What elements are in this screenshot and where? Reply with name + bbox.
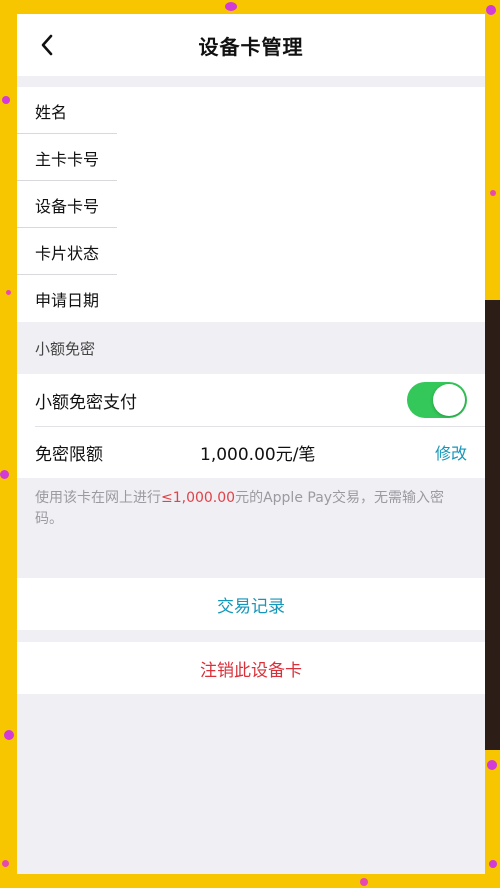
transaction-history-button[interactable]: 交易记录 bbox=[17, 578, 485, 630]
decor-dot bbox=[225, 2, 237, 11]
edit-limit-link[interactable]: 修改 bbox=[435, 440, 467, 464]
password-free-toggle[interactable] bbox=[407, 382, 467, 418]
decor-dot bbox=[487, 760, 497, 770]
note-prefix: 使用该卡在网上进行 bbox=[35, 490, 161, 506]
decor-dot bbox=[360, 878, 368, 886]
info-row-main-card: 主卡卡号 bbox=[17, 134, 485, 181]
background-photo-strip bbox=[484, 300, 500, 750]
limit-value: 1,000.00元/笔 bbox=[200, 444, 316, 465]
toggle-label: 小额免密支付 bbox=[35, 392, 137, 413]
info-row-name: 姓名 bbox=[17, 87, 485, 134]
decor-dot bbox=[2, 96, 10, 104]
small-payment-settings: 小额免密支付 免密限额 1,000.00元/笔 修改 bbox=[17, 374, 485, 478]
navigation-bar: 设备卡管理 bbox=[17, 14, 485, 76]
section-header-small-payment: 小额免密 bbox=[17, 322, 485, 374]
device-card-screen: 设备卡管理 姓名 主卡卡号 设备卡号 卡片状态 申请日期 小额免密 小额免密支付… bbox=[17, 14, 485, 874]
section-gap bbox=[17, 76, 485, 87]
decor-dot bbox=[0, 470, 9, 479]
toggle-knob bbox=[433, 384, 465, 416]
cancel-device-card-button[interactable]: 注销此设备卡 bbox=[17, 642, 485, 694]
limit-description: 使用该卡在网上进行≤1,000.00元的Apple Pay交易，无需输入密码。 bbox=[17, 478, 485, 558]
info-row-card-status: 卡片状态 bbox=[17, 228, 485, 275]
info-label: 申请日期 bbox=[35, 290, 100, 310]
info-row-apply-date: 申请日期 bbox=[17, 275, 485, 322]
limit-label: 免密限额 bbox=[35, 444, 103, 465]
decor-dot bbox=[486, 5, 496, 15]
info-label: 姓名 bbox=[35, 102, 68, 122]
password-free-toggle-row: 小额免密支付 bbox=[17, 374, 485, 426]
decor-dot bbox=[2, 860, 9, 867]
info-row-device-card: 设备卡号 bbox=[17, 181, 485, 228]
decor-dot bbox=[4, 730, 14, 740]
chevron-left-icon bbox=[41, 34, 53, 56]
back-button[interactable] bbox=[33, 31, 61, 59]
decor-dot bbox=[6, 290, 11, 295]
info-label: 卡片状态 bbox=[35, 243, 100, 263]
decor-dot bbox=[489, 860, 497, 868]
info-label: 主卡卡号 bbox=[35, 149, 100, 169]
note-amount: ≤1,000.00 bbox=[161, 490, 236, 506]
page-title: 设备卡管理 bbox=[198, 34, 304, 59]
card-info-list: 姓名 主卡卡号 设备卡号 卡片状态 申请日期 bbox=[17, 87, 485, 322]
info-label: 设备卡号 bbox=[35, 196, 100, 216]
limit-row: 免密限额 1,000.00元/笔 修改 bbox=[17, 426, 485, 478]
decor-dot bbox=[490, 190, 496, 196]
